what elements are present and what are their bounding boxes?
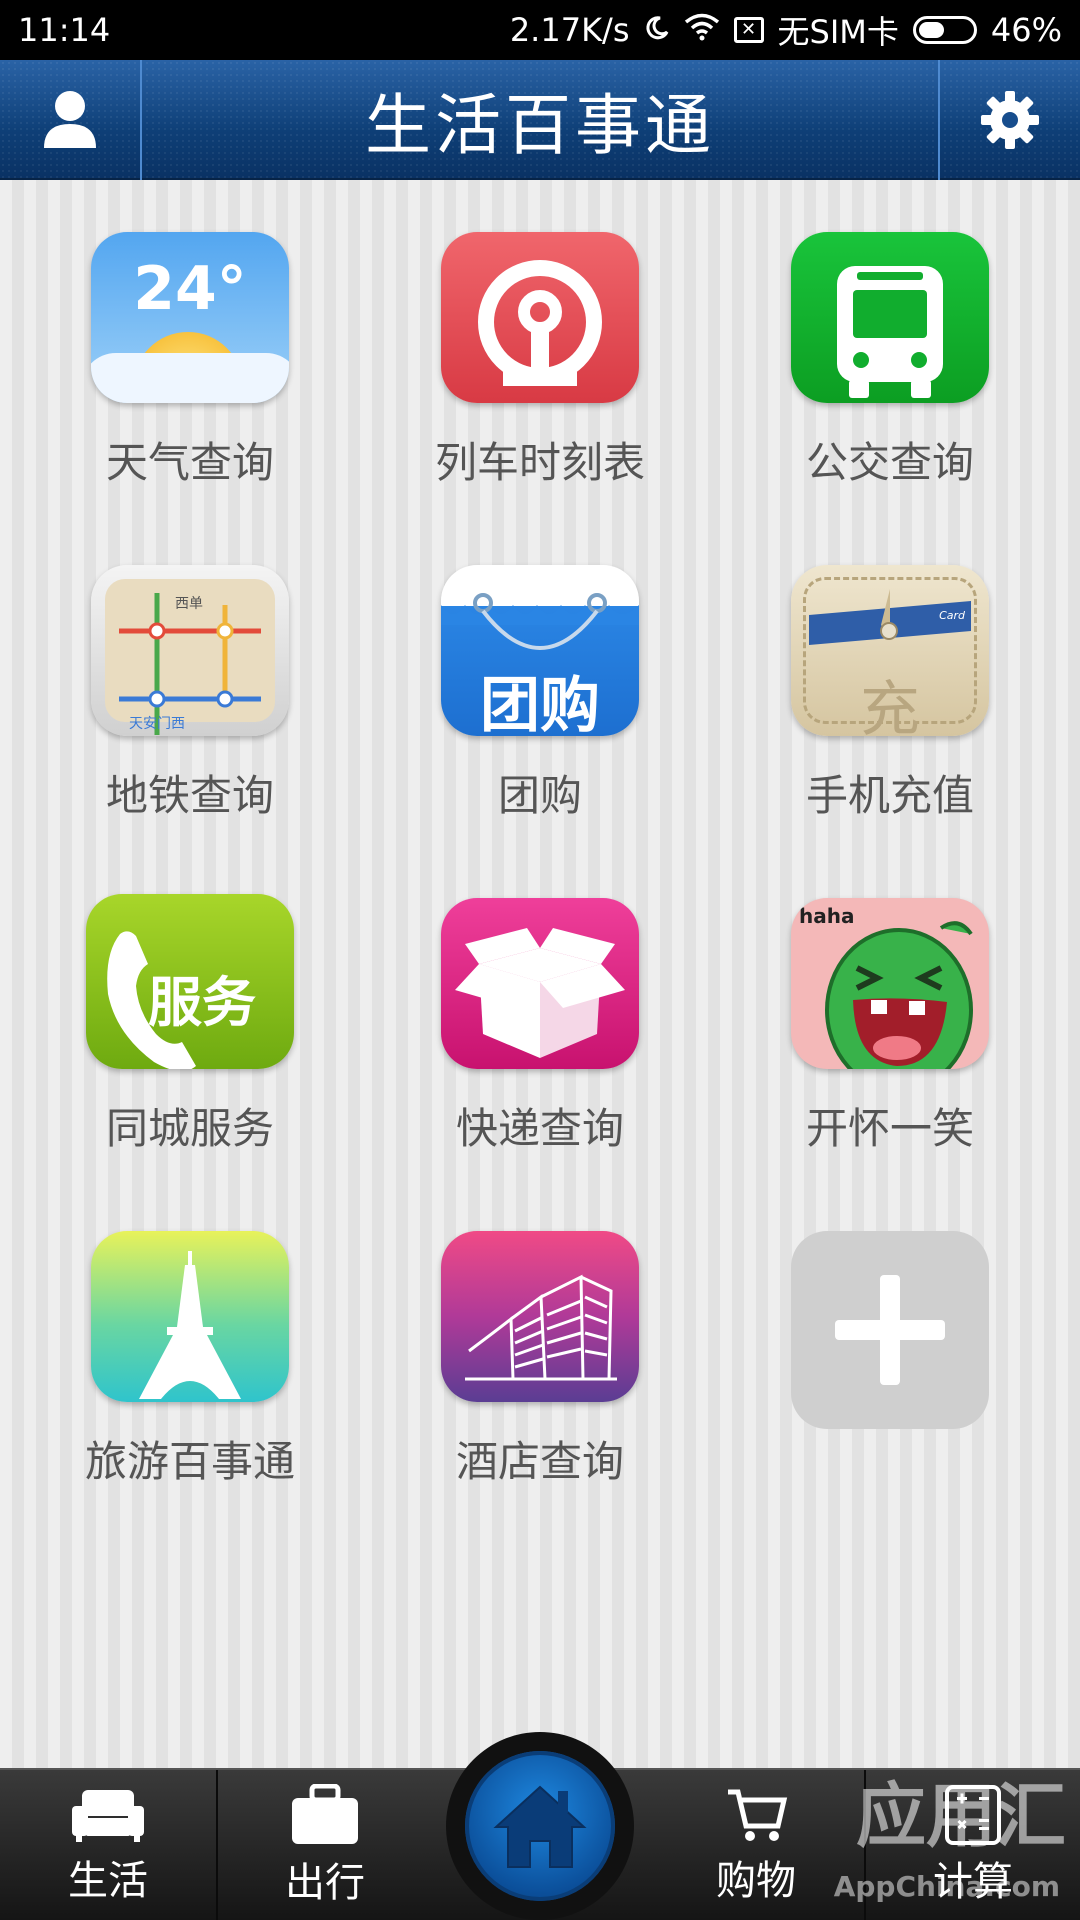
eiffel-tower-icon	[91, 1231, 289, 1402]
tile-label: 旅游百事通	[84, 1437, 295, 1486]
building-icon	[441, 1231, 639, 1402]
weather-icon: 24°	[91, 232, 289, 403]
page-title: 生活百事通	[365, 87, 715, 164]
tile-label: 团购	[497, 771, 582, 820]
metro-station-bottom: 天安门西	[129, 716, 185, 732]
wifi-icon	[684, 11, 720, 49]
status-indicators: 2.17K/s ✕ 无SIM卡 46%	[510, 7, 1062, 53]
recharge-wallet-icon: Card 充	[791, 565, 989, 736]
profile-button[interactable]	[0, 60, 142, 180]
tile-express[interactable]: 快递查询	[390, 846, 690, 1156]
tile-local-service[interactable]: 服务 同城服务	[40, 846, 340, 1156]
app-header: 生活百事通	[0, 60, 1080, 180]
main-content: 24° 天气查询 列车时刻表 公交查询 西单 天安门西 地铁查询 团购 团购 C…	[0, 180, 1080, 1768]
tile-label: 手机充值	[805, 771, 974, 820]
status-time: 11:14	[18, 11, 111, 49]
nav-home[interactable]	[432, 1732, 648, 1920]
gear-icon	[981, 91, 1039, 149]
nav-life[interactable]: 生活	[0, 1770, 216, 1920]
package-icon	[441, 898, 639, 1069]
tile-hotel[interactable]: 酒店查询	[390, 1179, 690, 1489]
group-buy-icon: 团购	[441, 565, 639, 736]
status-bar: 11:14 2.17K/s ✕ 无SIM卡 46%	[0, 0, 1080, 60]
nav-label: 出行	[285, 1860, 365, 1906]
tile-recharge[interactable]: Card 充 手机充值	[740, 513, 1040, 823]
train-icon	[441, 232, 639, 403]
sim-status: 无SIM卡	[777, 13, 899, 51]
tile-metro[interactable]: 西单 天安门西 地铁查询	[40, 513, 340, 823]
metro-station-top: 西单	[175, 596, 203, 612]
home-button[interactable]	[465, 1751, 615, 1901]
laughing-monster-icon: haha	[791, 898, 989, 1069]
calculator-icon	[945, 1785, 1001, 1845]
tile-joke[interactable]: haha 开怀一笑	[740, 846, 1040, 1156]
tile-label: 酒店查询	[455, 1437, 624, 1486]
home-icon	[493, 1785, 587, 1868]
bottom-nav: 生活 出行 购物 计算	[0, 1732, 1080, 1920]
tile-label: 同城服务	[105, 1104, 274, 1153]
tile-group-buy[interactable]: 团购 团购	[390, 513, 690, 823]
nav-travel[interactable]: 出行	[216, 1770, 432, 1920]
suitcase-icon	[292, 1784, 358, 1844]
service-text: 服务	[148, 971, 256, 1034]
card-text: Card	[939, 609, 965, 622]
battery-icon	[912, 16, 977, 44]
tile-weather[interactable]: 24° 天气查询	[40, 180, 340, 490]
phone-service-icon: 服务	[86, 894, 294, 1069]
tile-label: 开怀一笑	[805, 1104, 974, 1153]
group-buy-text: 团购	[480, 671, 600, 736]
add-icon	[791, 1231, 989, 1429]
tile-travel[interactable]: 旅游百事通	[40, 1179, 340, 1489]
moon-icon	[644, 11, 670, 49]
nav-label: 生活	[68, 1858, 148, 1904]
sofa-icon	[72, 1790, 144, 1842]
no-sim-icon: ✕	[733, 17, 764, 43]
tile-train[interactable]: 列车时刻表	[390, 180, 690, 490]
metro-map-icon: 西单 天安门西	[91, 565, 289, 736]
nav-shopping[interactable]: 购物	[648, 1770, 864, 1920]
tile-label: 列车时刻表	[434, 438, 645, 487]
weather-temp: 24°	[133, 254, 247, 324]
settings-button[interactable]	[938, 60, 1080, 180]
nav-calculator[interactable]: 计算	[864, 1770, 1080, 1920]
nav-label: 计算	[933, 1859, 1013, 1905]
tile-label: 快递查询	[455, 1104, 624, 1153]
tile-add[interactable]	[740, 1179, 1040, 1489]
tile-label: 地铁查询	[105, 771, 274, 820]
bus-icon	[791, 232, 989, 403]
tile-label: 天气查询	[105, 438, 274, 487]
tile-label: 公交查询	[805, 438, 974, 487]
tile-bus[interactable]: 公交查询	[740, 180, 1040, 490]
user-icon	[44, 91, 96, 148]
shopping-icon	[728, 1789, 788, 1841]
nav-label: 购物	[716, 1858, 796, 1904]
recharge-char: 充	[860, 675, 920, 736]
battery-percent: 46%	[990, 11, 1062, 49]
network-speed: 2.17K/s	[509, 11, 630, 49]
